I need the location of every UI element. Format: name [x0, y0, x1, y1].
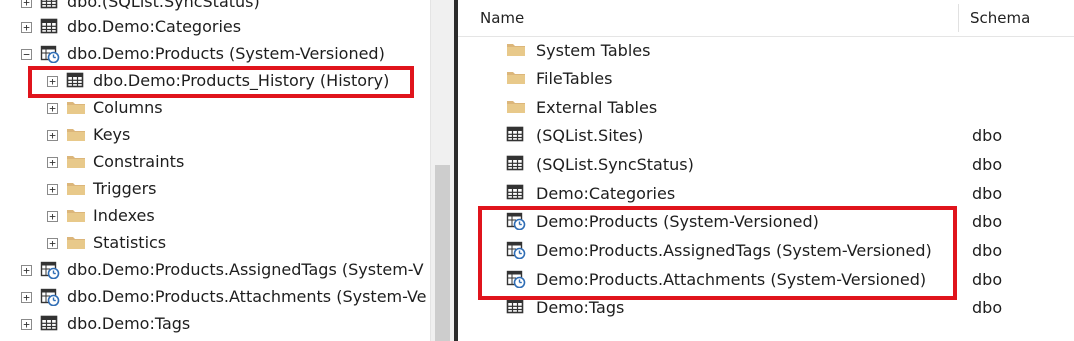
tree-item-attachments[interactable]: + dbo.Demo:Products.Attachments (System-…: [21, 284, 427, 310]
scrollbar-thumb[interactable]: [435, 165, 450, 341]
list-item-demo-products[interactable]: Demo:Products (System-Versioned) dbo: [458, 207, 1074, 236]
object-explorer-tree: + dbo.(SQList.SyncStatus) + dbo.Demo:Cat…: [0, 0, 430, 341]
expand-icon[interactable]: +: [21, 291, 32, 303]
temporal-table-icon: [506, 270, 526, 288]
list-item-sqlist-syncstatus[interactable]: (SQList.SyncStatus) dbo: [458, 150, 1074, 179]
tree-item-columns[interactable]: + Columns: [47, 95, 163, 121]
temporal-table-icon: [40, 261, 60, 279]
table-icon: [66, 72, 86, 90]
list-item-name: (SQList.SyncStatus): [536, 155, 694, 174]
list-item-filetables[interactable]: FileTables: [458, 64, 1074, 93]
list-item-schema: dbo: [972, 126, 1003, 145]
table-icon: [40, 18, 60, 36]
tree-item-label: Triggers: [93, 179, 157, 198]
expand-icon[interactable]: +: [47, 183, 58, 195]
list-item-schema: dbo: [972, 184, 1003, 203]
expand-icon[interactable]: +: [47, 75, 58, 87]
list-item-name: Demo:Tags: [536, 298, 625, 317]
expand-icon[interactable]: +: [47, 210, 58, 222]
list-item-schema: dbo: [972, 212, 1003, 231]
list-item-name: Demo:Products.AssignedTags (System-Versi…: [536, 241, 932, 260]
tree-item-label: dbo.Demo:Products (System-Versioned): [67, 44, 385, 63]
tree-item-label: dbo.(SQList.SyncStatus): [67, 0, 260, 11]
tree-scrollbar[interactable]: [430, 0, 455, 341]
tree-item-indexes[interactable]: + Indexes: [47, 203, 155, 229]
temporal-table-icon: [506, 241, 526, 259]
tree-item-label: Constraints: [93, 152, 185, 171]
tree-item-constraints[interactable]: + Constraints: [47, 149, 184, 175]
temporal-table-icon: [40, 45, 60, 63]
tree-item-demo-products[interactable]: − dbo.Demo:Products (System-Versioned): [21, 41, 385, 67]
folder-icon: [66, 126, 86, 144]
tree-item-demo-categories[interactable]: + dbo.Demo:Categories: [21, 14, 241, 40]
expand-icon[interactable]: +: [21, 318, 32, 330]
expand-icon[interactable]: +: [21, 0, 32, 8]
list-item-demo-categories[interactable]: Demo:Categories dbo: [458, 179, 1074, 208]
list-item-schema: dbo: [972, 155, 1003, 174]
tree-item-label: dbo.Demo:Products_History (History): [93, 71, 390, 90]
column-header-row: Name Schema: [458, 0, 1074, 37]
tree-item-label: dbo.Demo:Products.Attachments (System-Ve: [67, 287, 427, 306]
list-item-name: FileTables: [536, 69, 613, 88]
collapse-icon[interactable]: −: [21, 48, 32, 60]
table-icon: [506, 155, 526, 173]
tree-item-demo-tags[interactable]: + dbo.Demo:Tags: [21, 311, 190, 337]
expand-icon[interactable]: +: [47, 237, 58, 249]
tree-item-label: dbo.Demo:Products.AssignedTags (System-V: [67, 260, 424, 279]
list-item-demo-tags[interactable]: Demo:Tags dbo: [458, 293, 1074, 322]
expand-icon[interactable]: +: [21, 21, 32, 33]
expand-icon[interactable]: +: [21, 264, 32, 276]
table-icon: [506, 126, 526, 144]
tree-item-label: Indexes: [93, 206, 155, 225]
tree-item-label: dbo.Demo:Categories: [67, 17, 242, 36]
tree-item-sqlist-syncstatus[interactable]: + dbo.(SQList.SyncStatus): [21, 0, 260, 15]
list-item-schema: dbo: [972, 298, 1003, 317]
expand-icon[interactable]: +: [47, 102, 58, 114]
column-divider[interactable]: [958, 4, 959, 32]
list-item-name: Demo:Products.Attachments (System-Versio…: [536, 270, 927, 289]
tree-item-label: dbo.Demo:Tags: [67, 314, 191, 333]
tree-item-statistics[interactable]: + Statistics: [47, 230, 166, 256]
expand-icon[interactable]: +: [47, 156, 58, 168]
list-item-products-assignedtags[interactable]: Demo:Products.AssignedTags (System-Versi…: [458, 236, 1074, 265]
temporal-table-icon: [506, 212, 526, 230]
tree-item-assignedtags[interactable]: + dbo.Demo:Products.AssignedTags (System…: [21, 257, 424, 283]
expand-icon[interactable]: +: [47, 129, 58, 141]
column-header-name[interactable]: Name: [480, 0, 524, 36]
tree-item-label: Columns: [93, 98, 163, 117]
folder-icon: [66, 180, 86, 198]
folder-icon: [506, 69, 526, 87]
column-header-schema[interactable]: Schema: [970, 0, 1030, 36]
folder-icon: [66, 207, 86, 225]
tree-item-products-history[interactable]: + dbo.Demo:Products_History (History): [47, 68, 389, 94]
list-item-name: External Tables: [536, 98, 658, 117]
list-item-name: (SQList.Sites): [536, 126, 644, 145]
list-item-name: System Tables: [536, 41, 651, 60]
list-item-schema: dbo: [972, 241, 1003, 260]
folder-icon: [66, 234, 86, 252]
tree-item-label: Keys: [93, 125, 131, 144]
list-item-schema: dbo: [972, 270, 1003, 289]
table-icon: [40, 315, 60, 333]
tree-item-keys[interactable]: + Keys: [47, 122, 130, 148]
folder-icon: [506, 41, 526, 59]
table-icon: [506, 184, 526, 202]
table-icon: [40, 0, 60, 11]
list-item-sqlist-sites[interactable]: (SQList.Sites) dbo: [458, 121, 1074, 150]
object-explorer-details: Name Schema System Tables FileTables Ext…: [458, 0, 1074, 341]
folder-icon: [66, 99, 86, 117]
tree-item-triggers[interactable]: + Triggers: [47, 176, 157, 202]
list-item-system-tables[interactable]: System Tables: [458, 36, 1074, 65]
temporal-table-icon: [40, 288, 60, 306]
tree-item-label: Statistics: [93, 233, 167, 252]
list-item-name: Demo:Products (System-Versioned): [536, 212, 819, 231]
table-icon: [506, 298, 526, 316]
folder-icon: [66, 153, 86, 171]
folder-icon: [506, 98, 526, 116]
list-item-external-tables[interactable]: External Tables: [458, 93, 1074, 122]
list-item-name: Demo:Categories: [536, 184, 676, 203]
list-item-products-attachments[interactable]: Demo:Products.Attachments (System-Versio…: [458, 265, 1074, 294]
